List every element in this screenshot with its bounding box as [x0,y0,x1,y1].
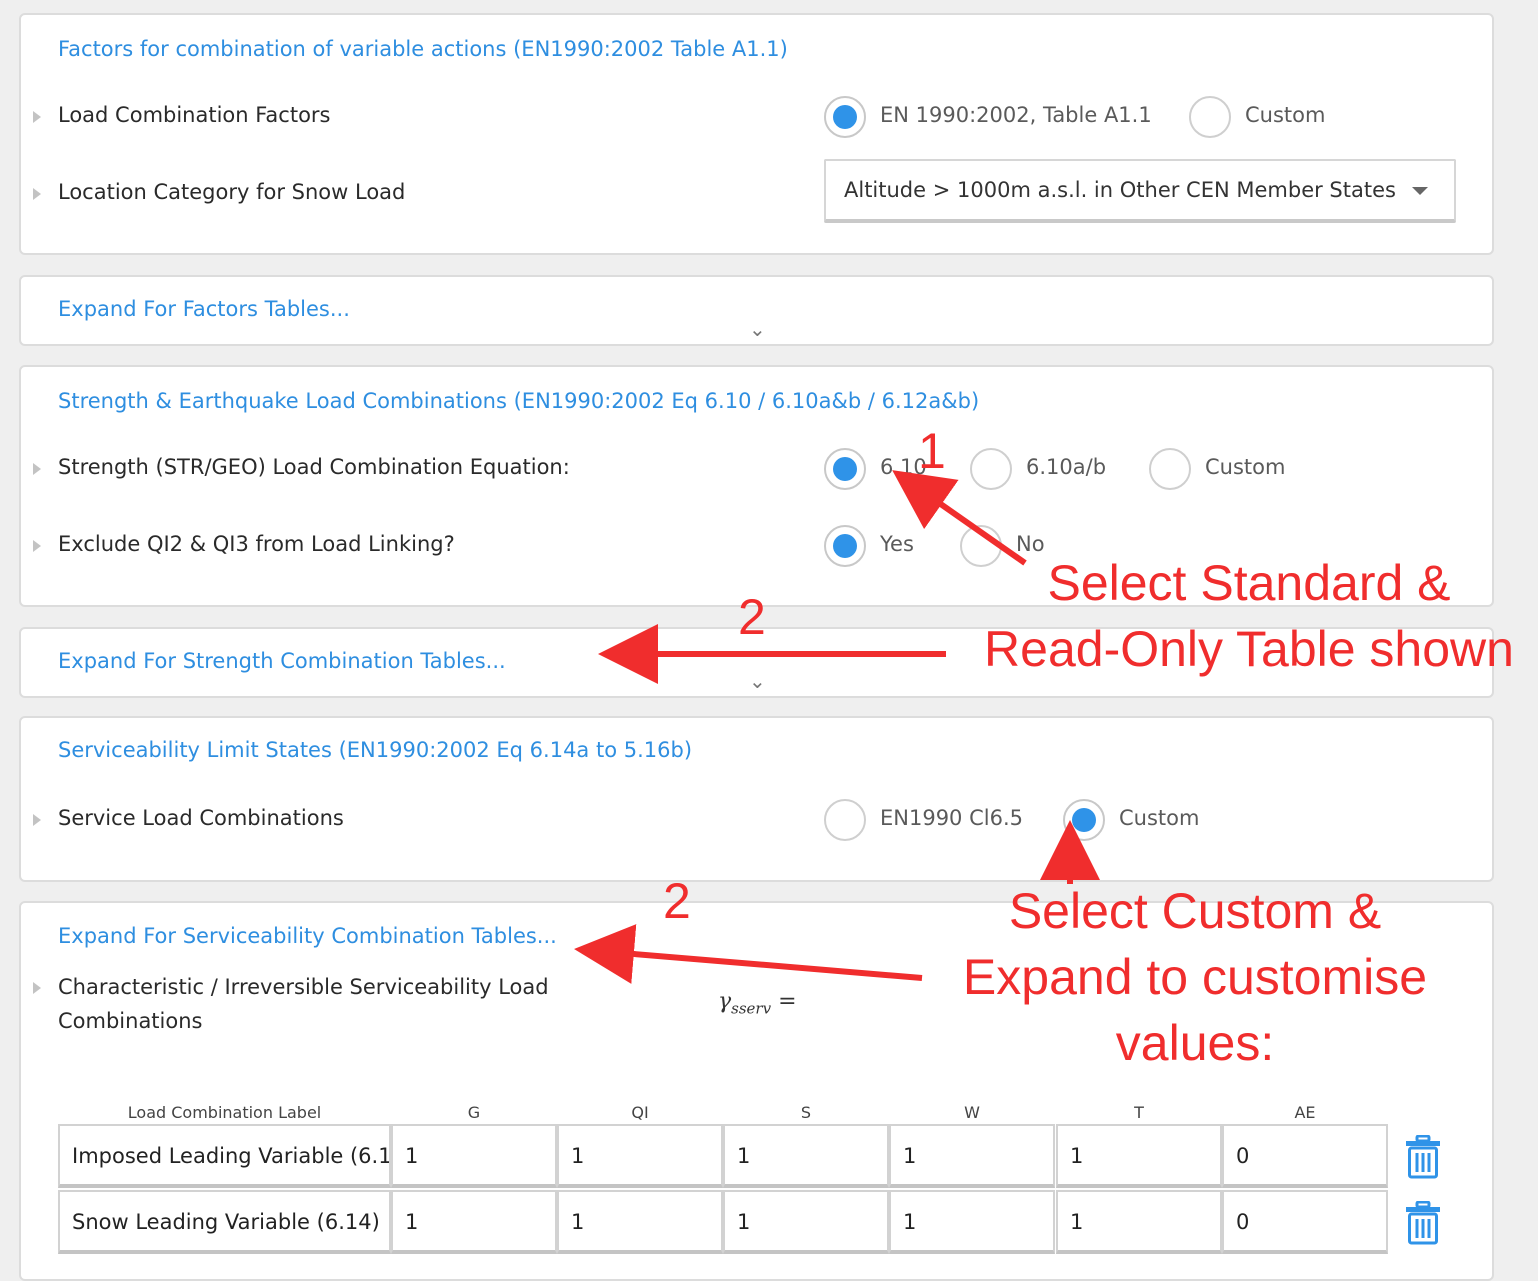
cell-text: Imposed Leading Variable (6.14) [72,1144,391,1168]
col-header-qi: QI [631,1103,649,1122]
note-1-line-1: Select Standard & [1047,555,1451,611]
annotation-number-2b: 2 [663,873,691,929]
radio-exclude-yes[interactable] [824,525,866,567]
exclude-qi-label: Exclude QI2 & QI3 from Load Linking? [58,532,455,556]
cell-text: Snow Leading Variable (6.14) [72,1210,380,1234]
radio-custom-factors-label: Custom [1245,103,1326,127]
table-cell-ae[interactable]: 0 [1222,1190,1388,1254]
table-cell-qi[interactable]: 1 [557,1190,723,1254]
note-2-line-2: Expand to customise [962,949,1428,1005]
chevron-down-icon[interactable]: ⌄ [749,317,766,341]
sls-tables-title[interactable]: Expand For Serviceability Combination Ta… [58,924,557,948]
radio-sls-custom-label: Custom [1119,806,1200,830]
characteristic-sls-label: Characteristic / Irreversible Serviceabi… [58,975,549,1033]
table-cell-g[interactable]: 1 [391,1190,557,1254]
annotation-note-1: Select Standard & Read-Only Table shown [960,550,1538,682]
radio-eq-custom[interactable] [1149,448,1191,490]
gamma-sserv-formula: γsserv = [718,989,797,1017]
strength-equation-label: Strength (STR/GEO) Load Combination Equa… [58,455,570,479]
cell-text: 1 [737,1144,751,1168]
radio-eq-6-10ab[interactable] [970,448,1012,490]
radio-sls-en1990-label: EN1990 Cl6.5 [880,806,1023,830]
strength-panel-title[interactable]: Strength & Earthquake Load Combinations … [58,389,979,413]
annotation-note-2: Select Custom & Expand to customise valu… [920,878,1470,1076]
radio-sls-custom[interactable] [1063,799,1105,841]
location-category-label: Location Category for Snow Load [58,180,406,204]
radio-sls-en1990[interactable] [824,799,866,841]
strength-tables-title[interactable]: Expand For Strength Combination Tables..… [58,649,506,673]
factors-panel: Factors for combination of variable acti… [19,13,1494,255]
annotation-number-1: 1 [918,423,946,479]
table-cell-s[interactable]: 1 [723,1124,889,1188]
radio-eq-6-10ab-label: 6.10a/b [1026,455,1107,479]
table-cell-qi[interactable]: 1 [557,1124,723,1188]
expand-arrow-icon[interactable] [33,188,41,200]
col-header-t: T [1134,1103,1144,1122]
annotation-number-2a: 2 [738,589,766,645]
radio-eq-custom-label: Custom [1205,455,1286,479]
radio-en1990-table[interactable] [824,96,866,138]
service-load-combinations-label: Service Load Combinations [58,806,344,830]
table-cell-ae[interactable]: 0 [1222,1124,1388,1188]
cell-text: 1 [903,1144,917,1168]
cell-text: 1 [737,1210,751,1234]
note-1-line-2: Read-Only Table shown [984,621,1514,677]
radio-custom-factors[interactable] [1189,96,1231,138]
cell-text: 1 [405,1144,419,1168]
cell-text: 1 [1070,1144,1084,1168]
gamma-subscript: sserv [731,999,772,1018]
sls-panel: Serviceability Limit States (EN1990:2002… [19,716,1494,882]
radio-exclude-yes-label: Yes [880,532,914,556]
col-header-ae: AE [1294,1103,1316,1122]
factors-tables-panel[interactable]: Expand For Factors Tables... ⌄ [19,275,1494,346]
table-cell-label[interactable]: Snow Leading Variable (6.14) [58,1190,391,1254]
expand-arrow-icon[interactable] [33,540,41,552]
col-header-g: G [467,1103,481,1122]
gamma-suffix: = [771,989,797,1014]
chevron-down-icon[interactable]: ⌄ [749,669,766,693]
table-cell-s[interactable]: 1 [723,1190,889,1254]
table-cell-w[interactable]: 1 [889,1190,1055,1254]
sls-panel-title[interactable]: Serviceability Limit States (EN1990:2002… [58,738,692,762]
col-header-w: W [964,1103,980,1122]
location-category-value: Altitude > 1000m a.s.l. in Other CEN Mem… [844,178,1396,202]
cell-text: 1 [571,1144,585,1168]
cell-text: 1 [903,1210,917,1234]
expand-arrow-icon[interactable] [33,982,41,994]
note-2-line-3: values: [1115,1015,1275,1071]
trash-icon[interactable] [1405,1201,1441,1245]
radio-en1990-table-label: EN 1990:2002, Table A1.1 [880,103,1152,127]
col-header-s: S [800,1103,812,1122]
radio-eq-6-10[interactable] [824,448,866,490]
table-cell-t[interactable]: 1 [1056,1124,1222,1188]
load-combination-factors-label: Load Combination Factors [58,103,331,127]
expand-arrow-icon[interactable] [33,463,41,475]
col-header-label: Load Combination Label [127,1103,322,1122]
dropdown-caret-icon [1412,187,1428,195]
table-cell-t[interactable]: 1 [1056,1190,1222,1254]
table-cell-label[interactable]: Imposed Leading Variable (6.14) [58,1124,391,1188]
expand-arrow-icon[interactable] [33,111,41,123]
cell-text: 0 [1236,1210,1250,1234]
cell-text: 1 [571,1210,585,1234]
location-category-select[interactable]: Altitude > 1000m a.s.l. in Other CEN Mem… [824,159,1456,223]
trash-icon[interactable] [1405,1135,1441,1179]
table-cell-w[interactable]: 1 [889,1124,1055,1188]
cell-text: 0 [1236,1144,1250,1168]
cell-text: 1 [1070,1210,1084,1234]
table-cell-g[interactable]: 1 [391,1124,557,1188]
factors-tables-title[interactable]: Expand For Factors Tables... [58,297,350,321]
cell-text: 1 [405,1210,419,1234]
note-2-line-1: Select Custom & [1008,883,1382,939]
expand-arrow-icon[interactable] [33,814,41,826]
factors-panel-title[interactable]: Factors for combination of variable acti… [58,37,788,61]
gamma-symbol: γ [718,989,732,1014]
